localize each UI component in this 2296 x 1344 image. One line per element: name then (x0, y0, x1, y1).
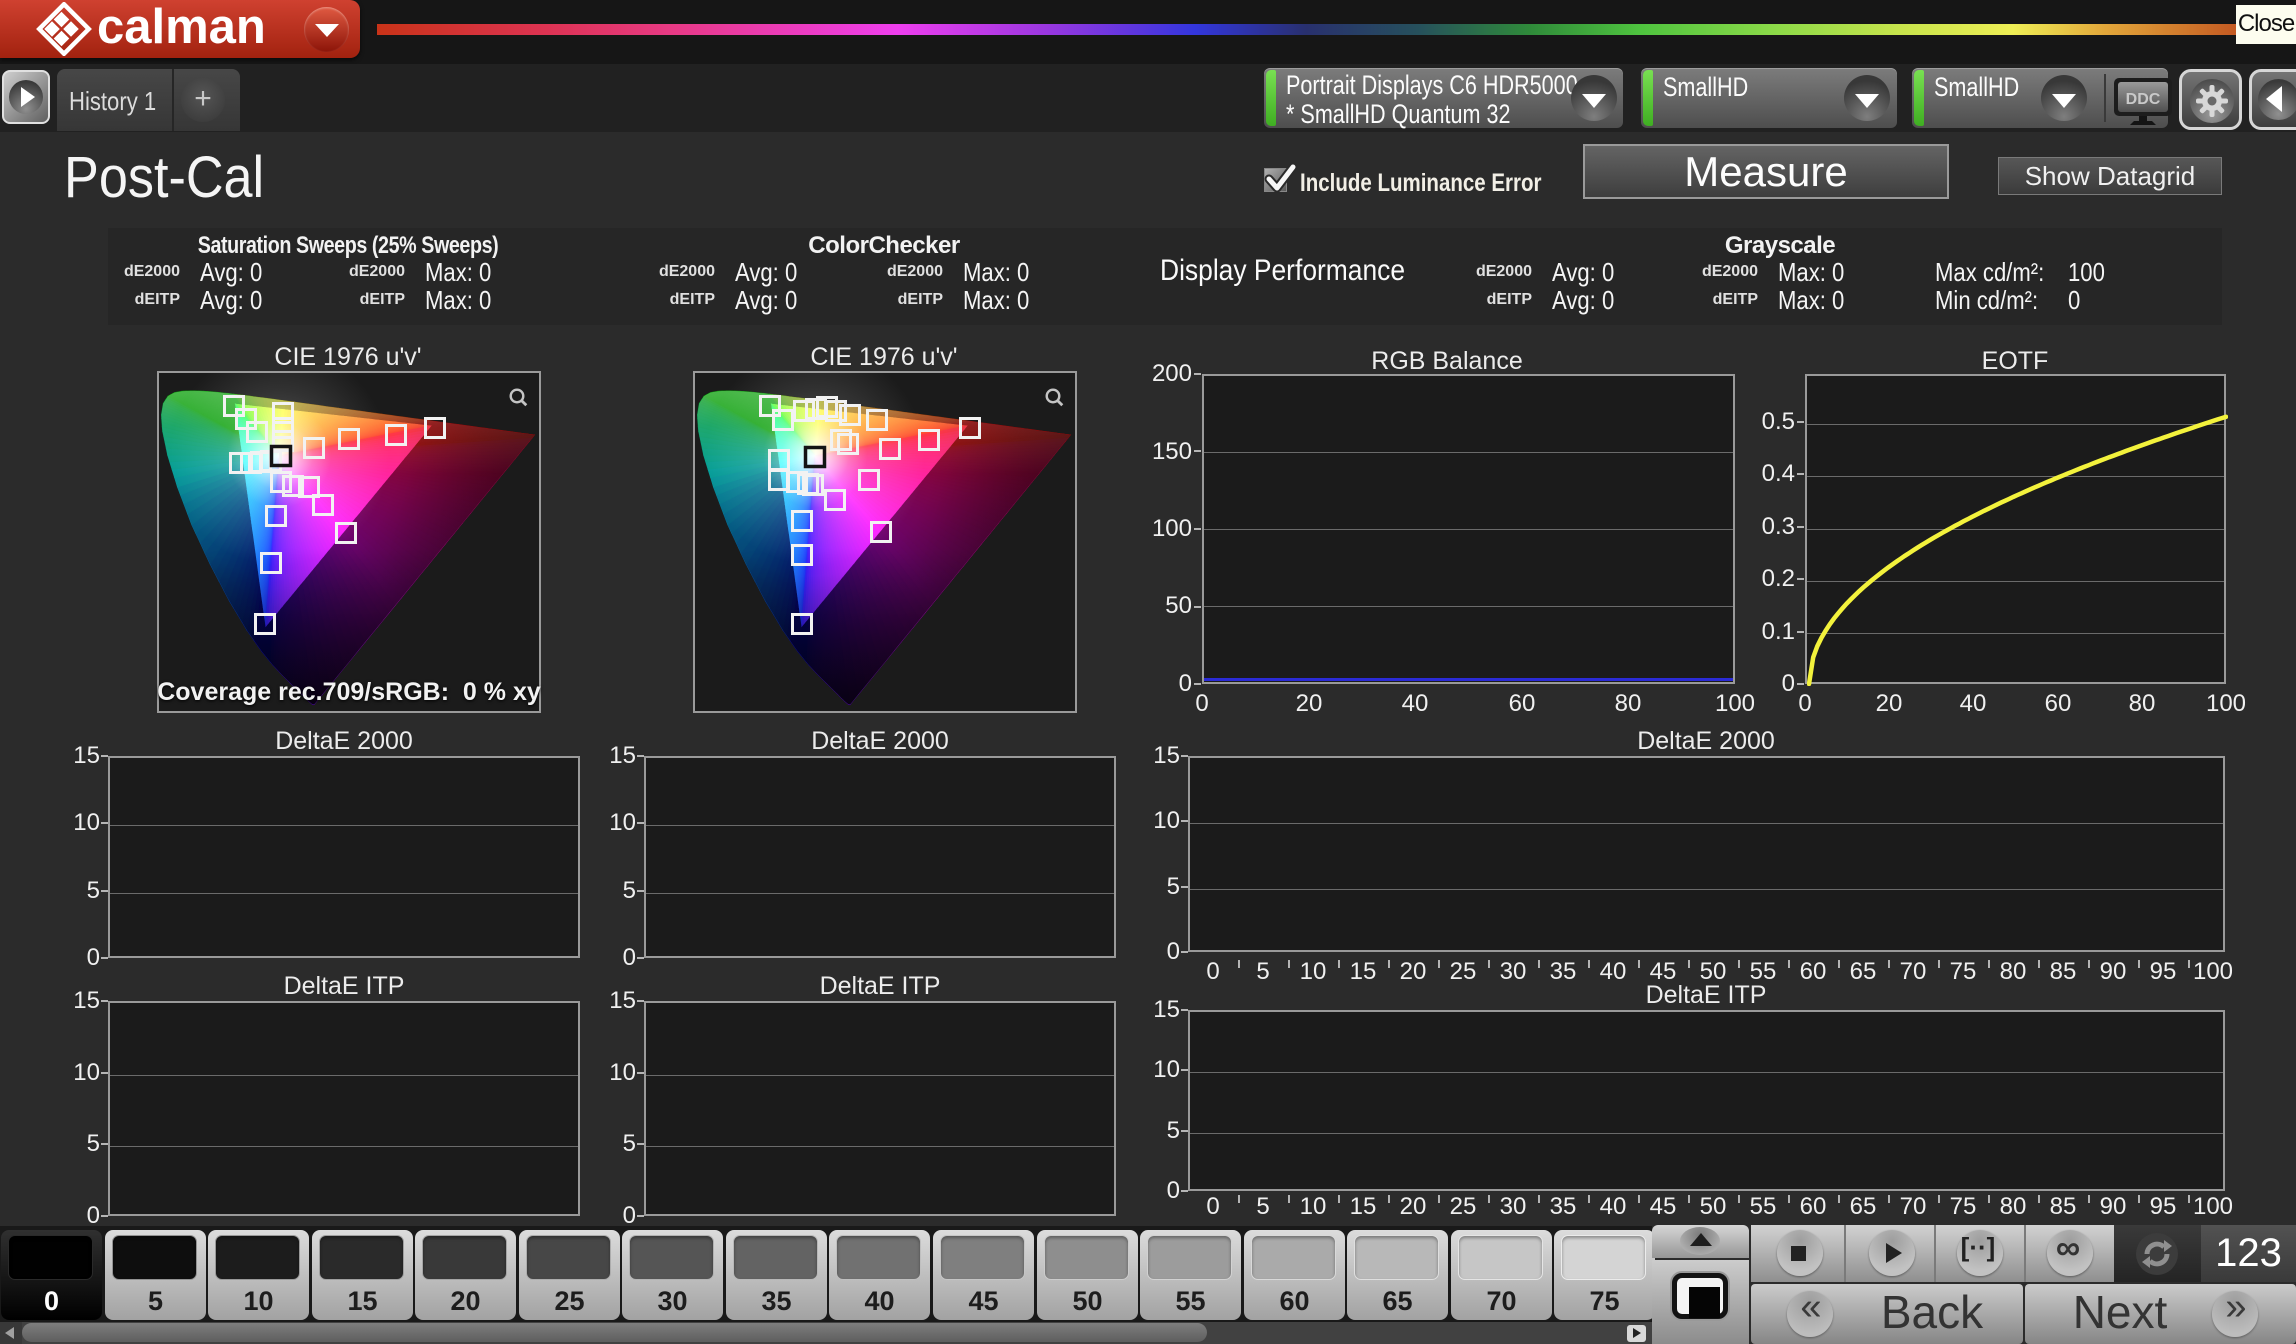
svg-text:DDC: DDC (2126, 91, 2161, 108)
